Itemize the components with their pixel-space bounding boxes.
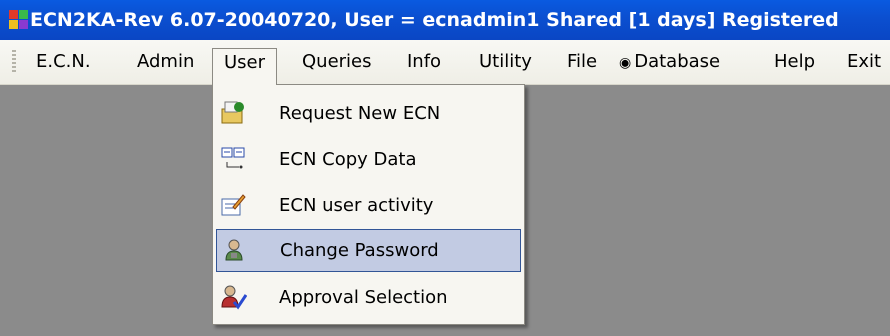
menu-user[interactable]: User [212, 48, 278, 85]
menu-admin[interactable]: Admin [135, 48, 196, 76]
request-ecn-icon [221, 101, 244, 124]
menu-item-change-password[interactable]: Change Password [216, 229, 521, 272]
menu-item-approval-selection[interactable]: Approval Selection [213, 276, 524, 319]
user-menu-dropdown: Request New ECN ECN Copy Data ECN user a… [212, 84, 525, 325]
menu-ecn[interactable]: E.C.N. [34, 48, 93, 76]
menu-help[interactable]: Help [772, 48, 817, 76]
edit-activity-icon [221, 194, 246, 216]
eye-icon: ◉ [619, 55, 632, 71]
menu-item-label: Approval Selection [279, 287, 448, 308]
menu-utility[interactable]: Utility [477, 48, 534, 76]
user-password-icon [225, 239, 243, 261]
user-approve-icon [221, 285, 247, 310]
menu-exit[interactable]: Exit [845, 48, 883, 76]
menu-item-label: Change Password [280, 240, 439, 261]
menu-info[interactable]: Info [405, 48, 443, 76]
menu-file[interactable]: File [565, 48, 599, 76]
menu-queries[interactable]: Queries [300, 48, 374, 76]
app-icon[interactable] [8, 9, 30, 31]
menu-item-ecn-copy-data[interactable]: ECN Copy Data [213, 138, 524, 181]
menu-database-label: Database [634, 51, 721, 72]
window-title: ECN2KA-Rev 6.07-20040720, User = ecnadmi… [30, 9, 839, 31]
menu-item-label: Request New ECN [279, 103, 441, 124]
menu-item-ecn-user-activity[interactable]: ECN user activity [213, 184, 524, 227]
copy-data-icon [221, 147, 245, 169]
menu-bar: E.C.N. Admin User Queries Info Utility F… [0, 40, 890, 85]
toolbar-grip[interactable] [12, 50, 16, 74]
title-bar[interactable]: ECN2KA-Rev 6.07-20040720, User = ecnadmi… [0, 0, 890, 40]
menu-item-request-new-ecn[interactable]: Request New ECN [213, 92, 524, 135]
menu-item-label: ECN Copy Data [279, 149, 417, 170]
menu-database[interactable]: ◉ Database [617, 48, 722, 76]
menu-item-label: ECN user activity [279, 195, 434, 216]
